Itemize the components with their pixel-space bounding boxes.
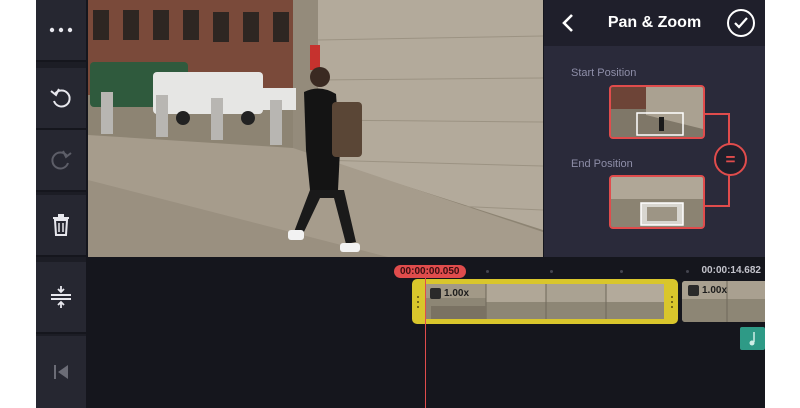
timeline[interactable]: 00:00:00.050 00:00:14.682 1.00x 1.00x [88,259,765,408]
ellipsis-icon [49,27,73,33]
trash-icon [53,214,69,236]
redo-icon [51,150,72,170]
end-frame-image [611,177,703,227]
selected-video-clip[interactable]: 1.00x [412,279,678,324]
check-circle-icon [734,17,748,29]
panel-header: Pan & Zoom [544,0,765,46]
match-positions-button[interactable]: = [714,143,747,176]
redo-button[interactable] [36,130,86,192]
start-frame-image [611,87,703,137]
playhead[interactable] [425,278,426,408]
end-position-label: End Position [571,158,633,170]
expand-vertical-icon [51,286,71,308]
video-editor-app: Pan & Zoom Start Position = End Position [36,0,765,408]
timeline-tick [686,270,689,273]
pan-zoom-panel: Pan & Zoom Start Position = End Position [544,0,765,257]
timeline-tick [620,270,623,273]
total-duration: 00:00:14.682 [701,265,762,276]
audio-clip[interactable] [740,327,765,350]
next-clip-speed-label: 1.00x [702,285,728,296]
clip-frames: 1.00x [426,284,664,319]
film-icon [430,288,441,299]
timeline-tick [550,270,553,273]
right-trim-handle-icon[interactable] [671,295,673,309]
start-position-label: Start Position [571,67,637,79]
left-toolbar [36,0,86,408]
clip-speed-badge: 1.00x [430,288,469,299]
current-time-marker[interactable]: 00:00:00.050 [394,265,466,278]
jump-to-start-button[interactable] [36,336,86,408]
timeline-tick [486,270,489,273]
start-position-thumbnail[interactable] [609,85,705,139]
film-icon [688,285,699,296]
left-trim-handle-icon[interactable] [417,295,419,309]
next-clip-speed-badge: 1.00x [688,285,727,296]
expand-timeline-button[interactable] [36,262,86,334]
more-options-button[interactable] [36,0,86,62]
video-preview[interactable] [88,0,543,257]
undo-button[interactable] [36,68,86,130]
end-position-thumbnail[interactable] [609,175,705,229]
music-note-icon [749,332,755,346]
preview-frame [88,0,543,257]
next-video-clip[interactable]: 1.00x [682,281,765,322]
skip-to-start-icon [54,365,68,379]
clip-speed-label: 1.00x [444,288,470,299]
confirm-button[interactable] [727,9,755,37]
undo-icon [50,88,71,108]
delete-button[interactable] [36,195,86,257]
